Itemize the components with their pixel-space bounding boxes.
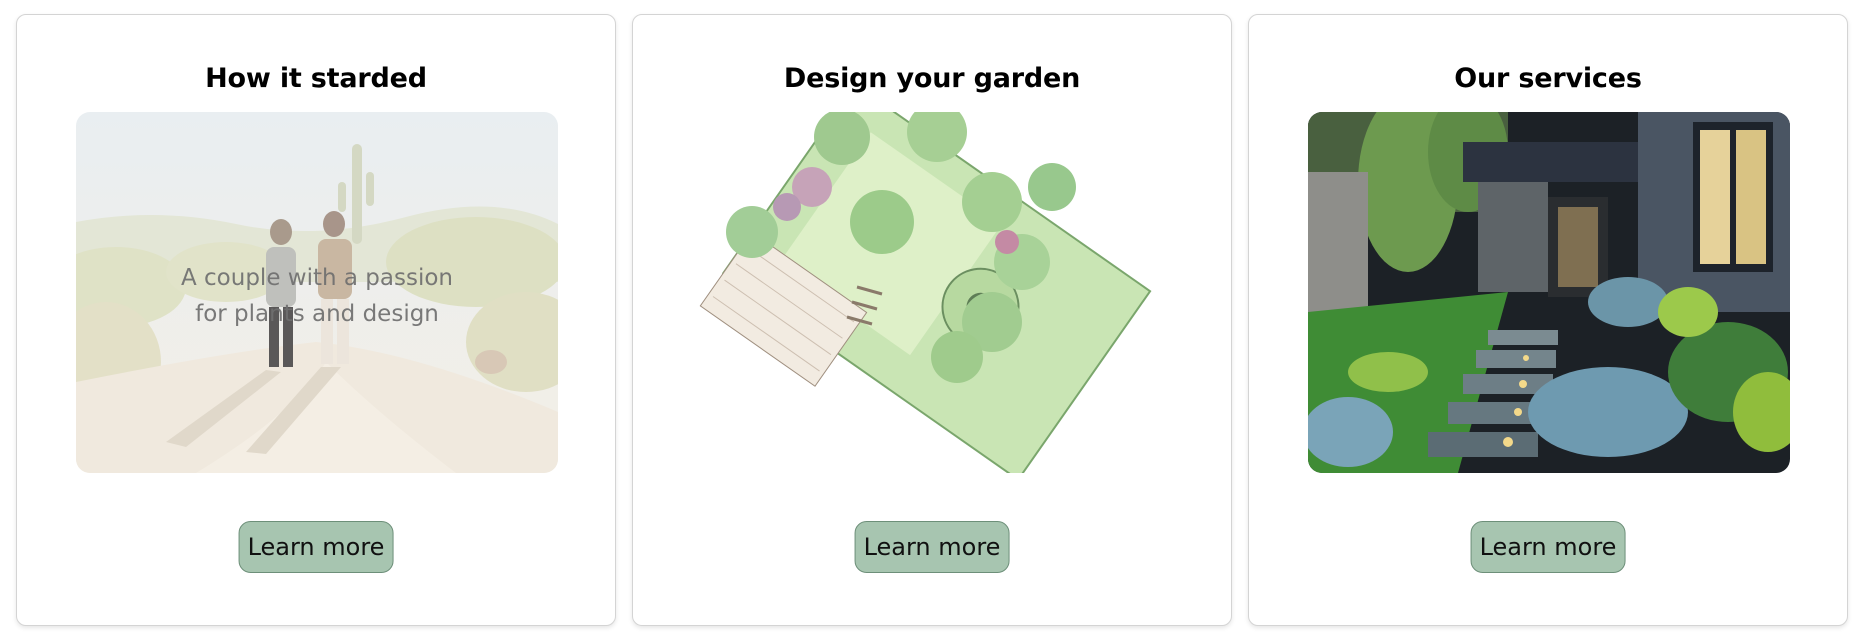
card-design-your-garden: Design your garden Learn more [632, 14, 1232, 626]
caption-line-2: for plants and design [195, 301, 439, 327]
learn-more-button[interactable]: Learn more [238, 521, 394, 573]
feature-cards-row: How it starded A couple with a passion f… [0, 0, 1864, 640]
caption-line-1: A couple with a passion [180, 265, 453, 291]
card-how-it-started: How it starded A couple with a passion f… [16, 14, 616, 626]
couple-photo: A couple with a passion for plants and d… [76, 112, 558, 473]
learn-more-button[interactable]: Learn more [854, 521, 1010, 573]
card-our-services: Our services Learn more [1248, 14, 1848, 626]
photo-caption: A couple with a passion for plants and d… [76, 260, 558, 332]
modern-garden-photo [1308, 112, 1790, 473]
learn-more-button[interactable]: Learn more [1470, 521, 1626, 573]
card-title: Our services [1454, 63, 1642, 94]
card-title: How it starded [205, 63, 427, 94]
card-title: Design your garden [783, 63, 1081, 94]
garden-plan-illustration [692, 112, 1174, 473]
